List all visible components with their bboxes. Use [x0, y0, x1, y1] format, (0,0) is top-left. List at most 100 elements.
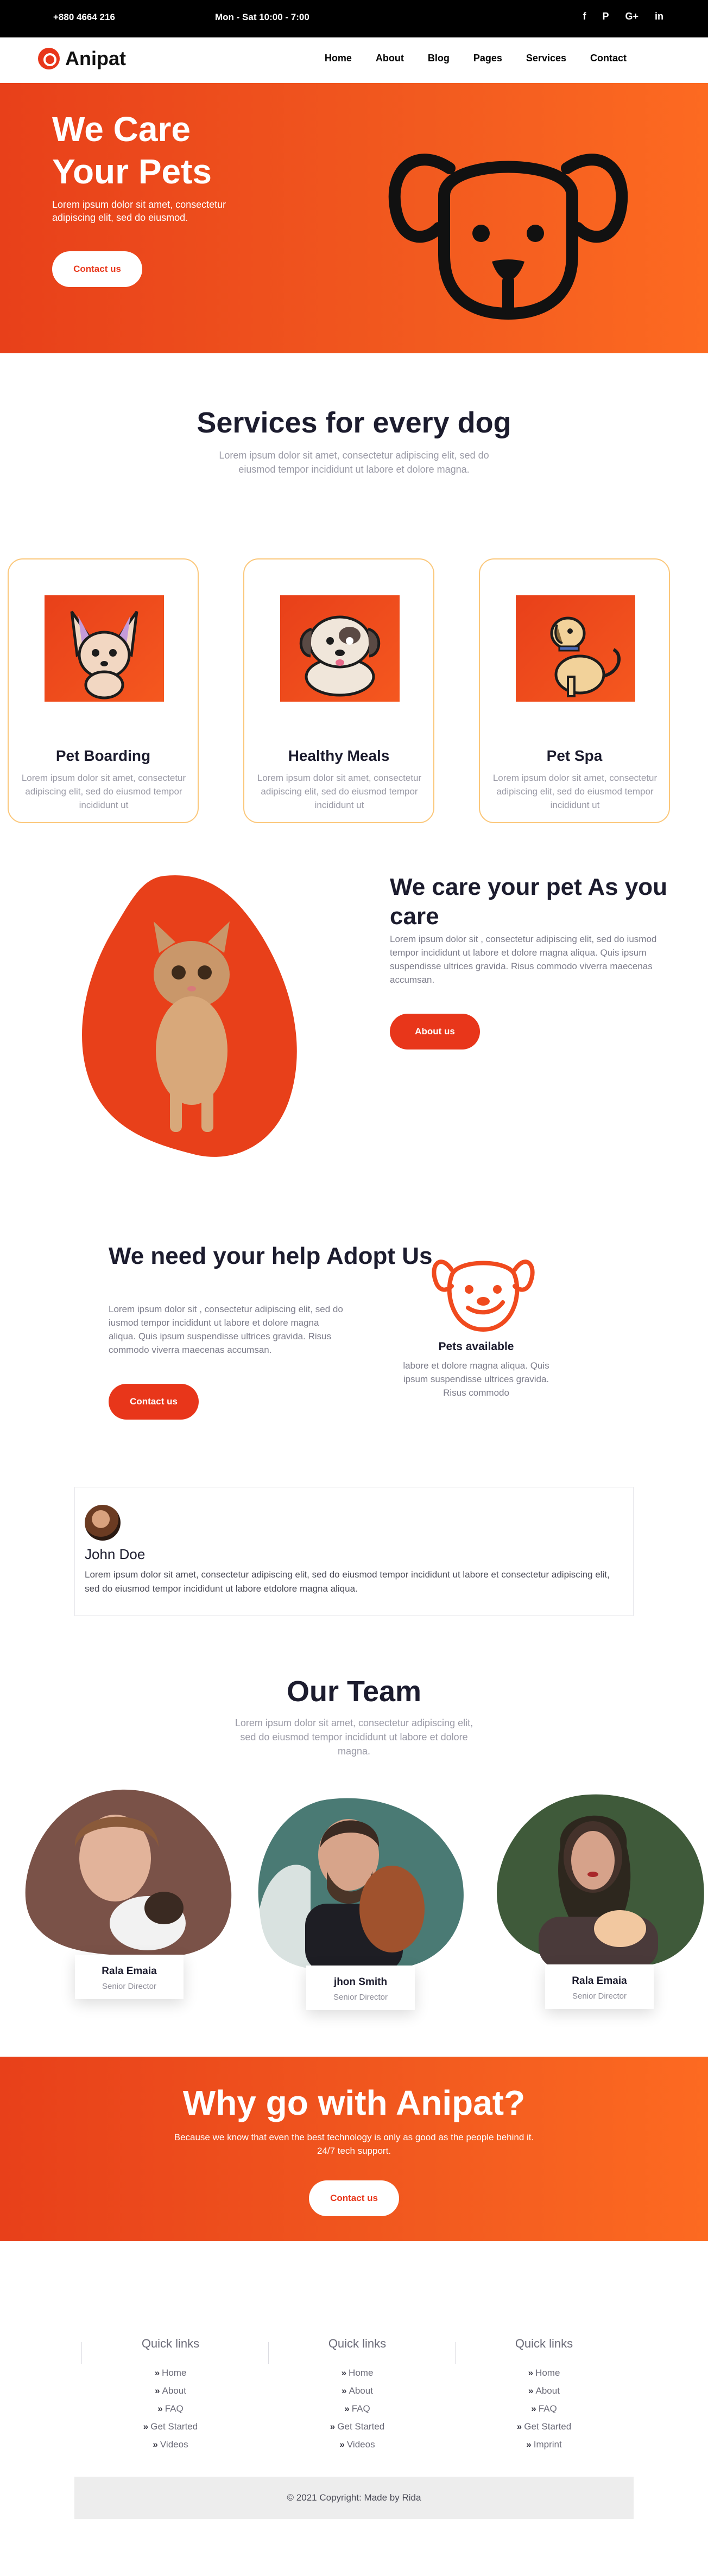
service-text: Lorem ipsum dolor sit amet, consectetur …: [257, 773, 422, 810]
footer-column-title: Quick links: [515, 2337, 573, 2350]
footer-column: Quick links » Home » About » FAQ » Get Start…: [276, 2337, 439, 2453]
team-member-photo: [25, 1789, 232, 1957]
nav-item-services[interactable]: Services: [526, 53, 566, 64]
puppy-illustration: [280, 595, 400, 702]
page: +880 4664 216 Mon - Sat 10:00 - 7:00 f P…: [0, 0, 708, 2576]
footer-column-title: Quick links: [328, 2337, 387, 2350]
sitting-dog-illustration: [516, 595, 635, 702]
footer-link-faq[interactable]: » FAQ: [276, 2400, 439, 2418]
footer-link-imprint[interactable]: » Imprint: [463, 2435, 625, 2453]
google-plus-icon[interactable]: G+: [625, 11, 639, 22]
facebook-icon[interactable]: f: [583, 11, 586, 22]
member-tag: Rala Emaia Senior Director: [75, 1955, 184, 1999]
linkedin-icon[interactable]: in: [655, 11, 663, 22]
social-links: f P G+ in: [583, 11, 663, 22]
member-tag: Rala Emaia Senior Director: [545, 1964, 654, 2009]
footer-link-faq[interactable]: » FAQ: [89, 2400, 252, 2418]
footer-link-get-started[interactable]: » Get Started: [89, 2418, 252, 2435]
avatar: [85, 1505, 121, 1541]
pinterest-icon[interactable]: P: [602, 11, 609, 22]
member-tag: jhon Smith Senior Director: [306, 1966, 415, 2010]
chihuahua-illustration: [45, 595, 164, 702]
footer-link-videos[interactable]: » Videos: [276, 2435, 439, 2453]
pet-face-icon: [432, 1260, 535, 1332]
footer-link-home[interactable]: » Home: [276, 2364, 439, 2382]
member-role: Senior Director: [572, 1992, 627, 2001]
team-subtitle: Lorem ipsum dolor sit amet, consectetur …: [235, 1718, 473, 1757]
why-text: Because we know that even the best techn…: [174, 2132, 534, 2156]
care-title: We care your pet As you care: [390, 874, 668, 930]
copyright-bar: © 2021 Copyright: Made by Rida: [74, 2477, 634, 2519]
pets-available-title: Pets available: [438, 1340, 514, 1353]
opening-hours: Mon - Sat 10:00 - 7:00: [215, 12, 309, 22]
footer-links: » Home » About » FAQ » Get Started » Imprint: [463, 2364, 625, 2453]
logo-text: Anipat: [65, 47, 126, 69]
hero-contact-button[interactable]: Contact us: [52, 251, 142, 287]
team-member-photo: [497, 1794, 704, 1969]
chevron-double-right-icon: »: [339, 2439, 345, 2450]
member-name: Rala Emaia: [572, 1975, 627, 1987]
testimonial-name: John Doe: [85, 1546, 146, 1562]
care-text: Lorem ipsum dolor sit , consectetur adip…: [390, 934, 657, 985]
footer-link-get-started[interactable]: » Get Started: [463, 2418, 625, 2435]
nav-menu: Home About Blog Pages Services Contact: [325, 53, 627, 64]
footer-link-get-started[interactable]: » Get Started: [276, 2418, 439, 2435]
adopt-text: Lorem ipsum dolor sit , consectetur adip…: [109, 1304, 343, 1355]
top-bar: +880 4664 216 Mon - Sat 10:00 - 7:00 f P…: [0, 0, 708, 37]
chevron-double-right-icon: »: [344, 2403, 350, 2414]
nav-item-contact[interactable]: Contact: [590, 53, 627, 64]
footer-links: » Home » About » FAQ » Get Started » Videos: [276, 2364, 439, 2453]
adopt-title: We need your help Adopt Us: [109, 1243, 433, 1269]
footer-link-about[interactable]: » About: [463, 2382, 625, 2400]
services-subtitle: Lorem ipsum dolor sit amet, consectetur …: [219, 450, 489, 475]
footer-link-home[interactable]: » Home: [89, 2364, 252, 2382]
testimonial-text: Lorem ipsum dolor sit amet, consectetur …: [85, 1569, 610, 1594]
member-name: Rala Emaia: [102, 1966, 157, 1977]
member-role: Senior Director: [333, 1993, 388, 2002]
chevron-double-right-icon: »: [155, 2386, 160, 2396]
service-card-healthy-meals[interactable]: Healthy Meals Lorem ipsum dolor sit amet…: [243, 558, 434, 823]
member-name: jhon Smith: [333, 1976, 388, 1988]
logo[interactable]: Anipat: [38, 47, 126, 70]
hero-title: We Care Your Pets: [52, 110, 212, 191]
hero-text: Lorem ipsum dolor sit amet, consectetur …: [52, 199, 226, 223]
services-title: Services for every dog: [197, 406, 511, 439]
kitten-photo: [82, 875, 297, 1157]
footer-divider: [268, 2342, 269, 2364]
why-title: Why go with Anipat?: [182, 2083, 526, 2122]
footer-column: Quick links » Home » About » FAQ » Get Start…: [463, 2337, 625, 2453]
why-section: Why go with Anipat? Because we know that…: [0, 2057, 708, 2241]
why-contact-button[interactable]: Contact us: [309, 2180, 399, 2216]
nav-item-home[interactable]: Home: [325, 53, 352, 64]
footer-link-about[interactable]: » About: [276, 2382, 439, 2400]
service-card-pet-boarding[interactable]: Pet Boarding Lorem ipsum dolor sit amet,…: [8, 558, 199, 823]
chevron-double-right-icon: »: [526, 2439, 532, 2450]
nav-item-about[interactable]: About: [376, 53, 404, 64]
footer-link-faq[interactable]: » FAQ: [463, 2400, 625, 2418]
footer-divider: [81, 2342, 82, 2364]
chevron-double-right-icon: »: [341, 2368, 347, 2378]
phone-number[interactable]: +880 4664 216: [53, 12, 115, 23]
adopt-contact-button[interactable]: Contact us: [109, 1384, 199, 1420]
about-us-button[interactable]: About us: [390, 1014, 480, 1050]
footer-link-about[interactable]: » About: [89, 2382, 252, 2400]
dog-face-icon: [388, 154, 628, 320]
main-navbar: Anipat Home About Blog Pages Services Co…: [0, 37, 708, 83]
footer-column: Quick links » Home » About » FAQ » Get Start…: [89, 2337, 252, 2453]
service-text: Lorem ipsum dolor sit amet, consectetur …: [21, 773, 186, 810]
service-card-pet-spa[interactable]: Pet Spa Lorem ipsum dolor sit amet, cons…: [479, 558, 670, 823]
chevron-double-right-icon: »: [528, 2368, 534, 2378]
footer-links: » Home » About » FAQ » Get Started » Videos: [89, 2364, 252, 2453]
chevron-double-right-icon: »: [157, 2403, 163, 2414]
team-title: Our Team: [286, 1675, 422, 1708]
nav-item-blog[interactable]: Blog: [428, 53, 450, 64]
chevron-double-right-icon: »: [531, 2403, 536, 2414]
team-member-photo: [258, 1798, 464, 1972]
footer-link-home[interactable]: » Home: [463, 2364, 625, 2382]
footer-link-videos[interactable]: » Videos: [89, 2435, 252, 2453]
service-title: Pet Spa: [546, 747, 603, 764]
chevron-double-right-icon: »: [528, 2386, 534, 2396]
nav-item-pages[interactable]: Pages: [473, 53, 502, 64]
chevron-double-right-icon: »: [153, 2439, 158, 2450]
chevron-double-right-icon: »: [330, 2421, 336, 2432]
